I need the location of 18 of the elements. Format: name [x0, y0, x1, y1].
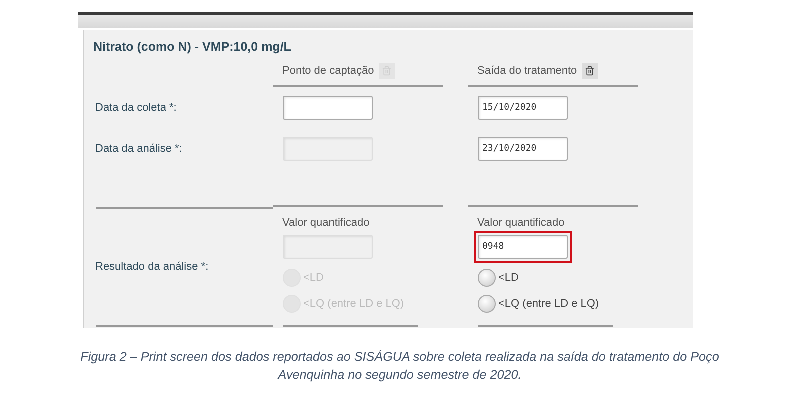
- field-label: Resultado da análise *:: [94, 260, 210, 275]
- radio-button[interactable]: [478, 269, 496, 287]
- radio-button[interactable]: [478, 295, 496, 313]
- date-field[interactable]: 23/10/2020: [478, 137, 568, 161]
- delete-button[interactable]: [582, 63, 598, 79]
- field-label: Data da coleta *:: [94, 101, 178, 116]
- column-header: Saída do tratamento: [478, 65, 578, 77]
- field-label: Data da análise *:: [94, 142, 184, 157]
- column-header: Ponto de captação: [282, 65, 374, 77]
- field-caption: Valor quantificado: [476, 216, 566, 229]
- date-field[interactable]: 15/10/2020: [478, 96, 568, 120]
- panel-title: Nitrato (como N) - VMP:10,0 mg/L: [94, 40, 292, 54]
- trash-icon: [585, 66, 596, 76]
- value-field[interactable]: 0948: [478, 235, 568, 259]
- field-caption: Valor quantificado: [282, 216, 371, 229]
- radio-label: <LD: [498, 272, 519, 284]
- figure-caption: Figura 2 – Print screen dos dados reportados ao SISÁGUA sobre coleta realizada na saída do tratamento do Poço Avenquinha no segundo semestre de 2020.: [80, 349, 720, 384]
- radio-label: <LQ (entre LD e LQ): [498, 298, 600, 310]
